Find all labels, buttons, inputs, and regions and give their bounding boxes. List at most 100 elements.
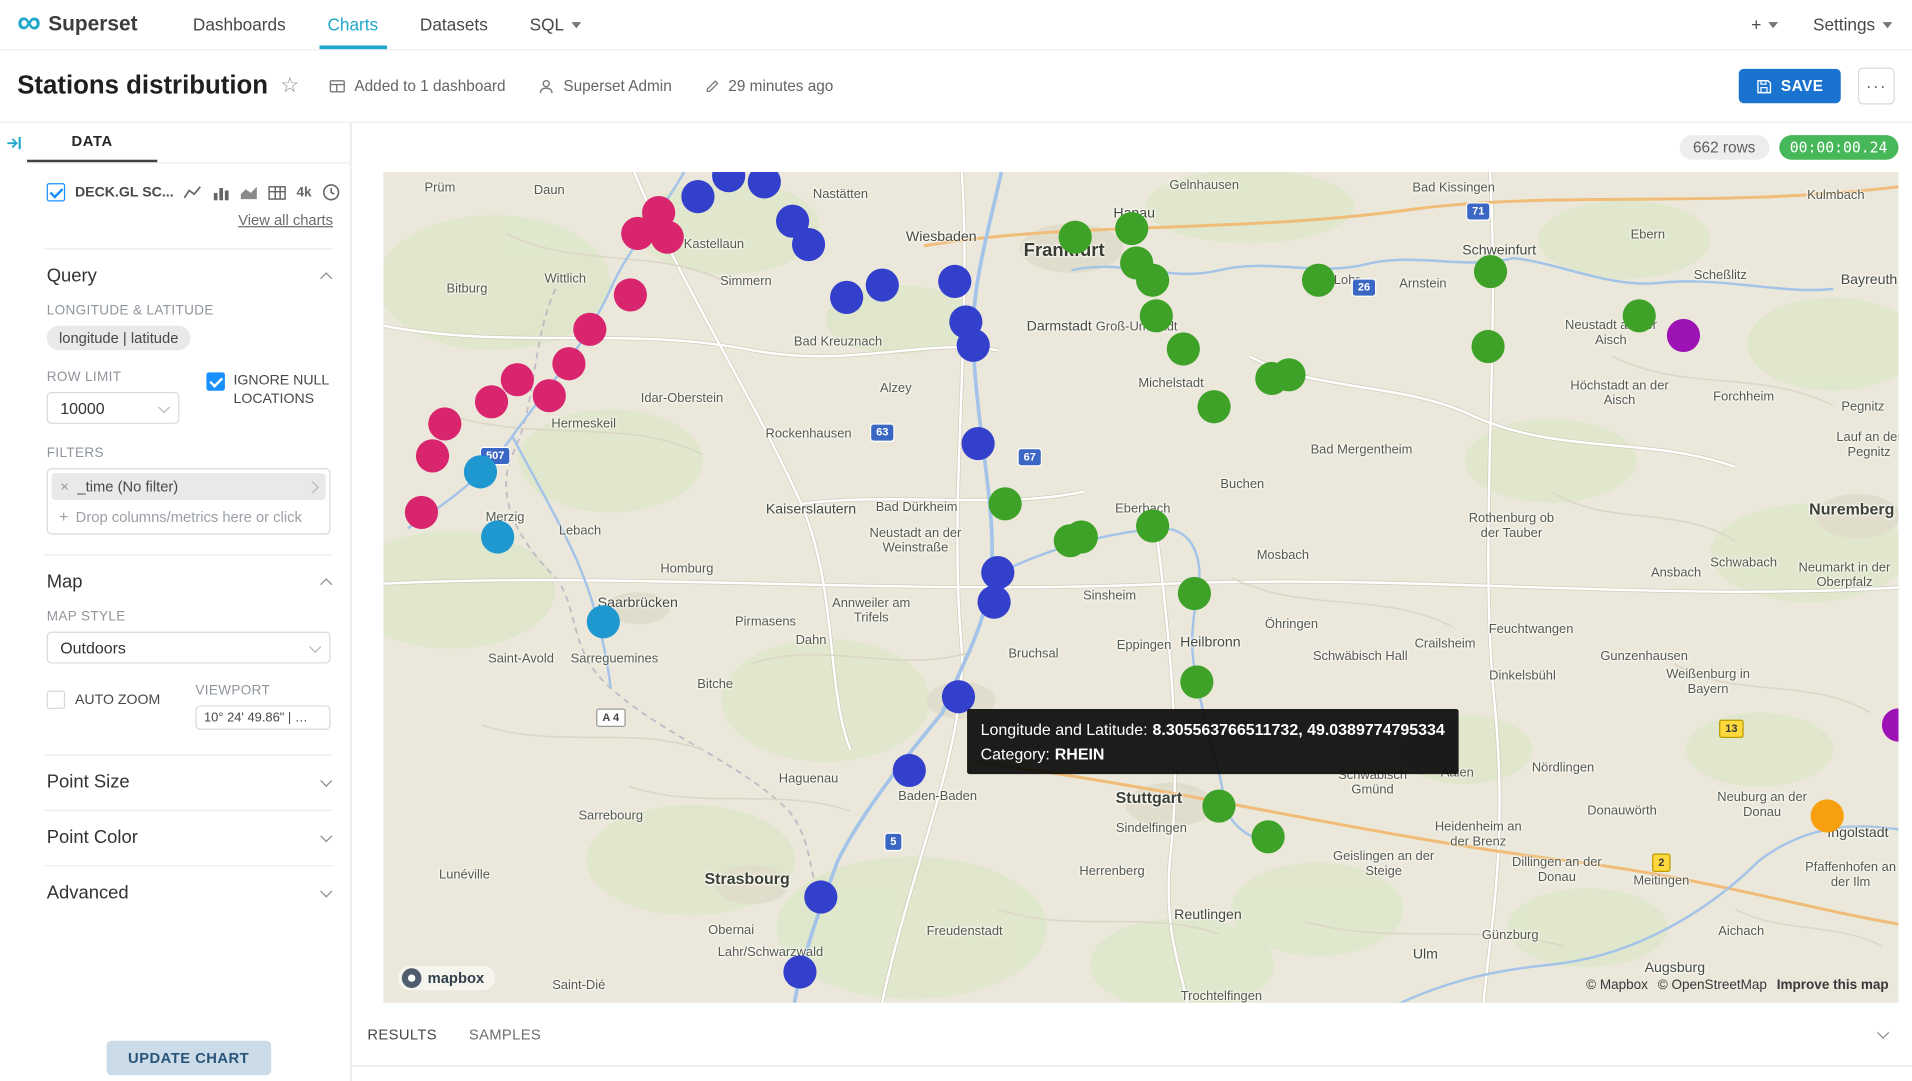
map-point-mosel_pink[interactable] bbox=[533, 379, 566, 412]
map-point-mosel_pink[interactable] bbox=[428, 407, 461, 440]
map-point-neckar_green[interactable] bbox=[1115, 212, 1148, 245]
map-point-neckar_green[interactable] bbox=[1167, 332, 1200, 365]
map-point-neckar_green[interactable] bbox=[1623, 299, 1656, 332]
drop-columns-target[interactable]: + Drop columns/metrics here or click bbox=[52, 500, 326, 529]
map-point-neckar_green[interactable] bbox=[1180, 665, 1213, 698]
tab-data[interactable]: DATA bbox=[27, 123, 157, 162]
query-section-header[interactable]: Query bbox=[27, 249, 350, 293]
last-modified-badge[interactable]: 29 minutes ago bbox=[704, 77, 834, 94]
map-section-header[interactable]: Map bbox=[27, 555, 350, 599]
ignore-null-checkbox[interactable] bbox=[206, 372, 224, 390]
nav-charts[interactable]: Charts bbox=[307, 0, 399, 49]
map-point-mosel_pink[interactable] bbox=[573, 313, 606, 346]
bar-chart-icon[interactable] bbox=[212, 183, 230, 201]
table-icon[interactable] bbox=[268, 183, 286, 201]
update-chart-button[interactable]: UPDATE CHART bbox=[106, 1041, 271, 1075]
map-point-rhein_blue[interactable] bbox=[893, 754, 926, 787]
map-point-rhein_blue[interactable] bbox=[783, 955, 816, 988]
map-point-rhein_blue[interactable] bbox=[866, 268, 899, 301]
map-point-neckar_green[interactable] bbox=[1178, 577, 1211, 610]
map-point-mosel_pink[interactable] bbox=[621, 217, 654, 250]
viz-type-label[interactable]: DECK.GL SC... bbox=[75, 185, 174, 200]
map-point-neckar_green[interactable] bbox=[1255, 362, 1288, 395]
tab-samples[interactable]: SAMPLES bbox=[469, 1025, 541, 1042]
filter-chip[interactable]: × _time (No filter) bbox=[52, 473, 326, 500]
nav-datasets[interactable]: Datasets bbox=[399, 0, 509, 49]
map-city-label: Buchen bbox=[1220, 477, 1264, 492]
map-point-rhein_blue[interactable] bbox=[957, 329, 990, 362]
map-city-label: Neustadt an der Weinstraße bbox=[863, 526, 969, 556]
map-point-mosel_pink[interactable] bbox=[552, 347, 585, 380]
map-point-mosel_pink[interactable] bbox=[475, 385, 508, 418]
map-point-neckar_green[interactable] bbox=[1059, 221, 1092, 254]
map-point-neckar_green[interactable] bbox=[1065, 520, 1098, 553]
map-point-neckar_green[interactable] bbox=[1202, 790, 1235, 823]
tab-results[interactable]: RESULTS bbox=[367, 1025, 437, 1042]
map-point-rhein_blue[interactable] bbox=[962, 427, 995, 460]
map-point-mosel_pink[interactable] bbox=[651, 221, 684, 254]
auto-zoom-checkbox[interactable] bbox=[47, 691, 65, 709]
map-point-rhein_blue[interactable] bbox=[938, 265, 971, 298]
osm-attribution-link[interactable]: © OpenStreetMap bbox=[1658, 978, 1767, 993]
viewport-value[interactable]: 10° 24' 49.86" | … bbox=[195, 705, 330, 730]
map-point-rhein_blue[interactable] bbox=[792, 228, 825, 261]
remove-filter-icon[interactable]: × bbox=[60, 478, 69, 495]
mapbox-attribution-link[interactable]: © Mapbox bbox=[1586, 978, 1648, 993]
more-actions-button[interactable]: ··· bbox=[1858, 68, 1895, 105]
map-city-label: Annweiler am Trifels bbox=[818, 596, 924, 626]
map-point-neckar_green[interactable] bbox=[1471, 330, 1504, 363]
map-point-rhein_blue[interactable] bbox=[804, 880, 837, 913]
map-tooltip: Longitude and Latitude:8.305563766511732… bbox=[967, 709, 1458, 774]
map-point-neckar_green[interactable] bbox=[1136, 509, 1169, 542]
expand-panel-icon[interactable] bbox=[6, 135, 22, 151]
map-point-mosel_pink[interactable] bbox=[614, 278, 647, 311]
map-point-neckar_green[interactable] bbox=[1140, 299, 1173, 332]
map-section-title: Map bbox=[47, 571, 83, 592]
improve-map-link[interactable]: Improve this map bbox=[1777, 978, 1889, 993]
row-limit-select[interactable]: 10000 bbox=[47, 392, 180, 424]
map-point-rhein_blue[interactable] bbox=[978, 586, 1011, 619]
map-point-rhein_blue[interactable] bbox=[981, 556, 1014, 589]
time-chart-icon[interactable] bbox=[321, 183, 339, 201]
map-point-neckar_green[interactable] bbox=[1252, 820, 1285, 853]
viz-type-checkbox[interactable] bbox=[47, 183, 65, 201]
save-button[interactable]: SAVE bbox=[1739, 69, 1841, 103]
map-point-neckar_green[interactable] bbox=[1197, 390, 1230, 423]
settings-menu[interactable]: Settings bbox=[1813, 15, 1892, 35]
superset-logo[interactable]: ∞ Superset bbox=[17, 0, 137, 49]
favorite-star-icon[interactable]: ☆ bbox=[280, 74, 299, 99]
view-all-charts-link[interactable]: View all charts bbox=[27, 202, 350, 229]
mapbox-logo[interactable]: mapbox bbox=[398, 966, 495, 991]
line-chart-icon[interactable] bbox=[183, 183, 201, 201]
map-point-mosel_pink[interactable] bbox=[405, 496, 438, 529]
map-style-select[interactable]: Outdoors bbox=[47, 632, 331, 664]
map-canvas[interactable]: mapbox © Mapbox © OpenStreetMap Improve … bbox=[383, 172, 1898, 1003]
owner-badge[interactable]: Superset Admin bbox=[538, 77, 672, 95]
nav-dashboards[interactable]: Dashboards bbox=[172, 0, 307, 49]
lonlat-pill[interactable]: longitude | latitude bbox=[47, 326, 191, 351]
map-point-neckar_green[interactable] bbox=[1136, 264, 1169, 297]
map-point-saar_teal[interactable] bbox=[464, 455, 497, 488]
collapse-results-icon[interactable] bbox=[1877, 1027, 1889, 1039]
map-point-purple[interactable] bbox=[1667, 319, 1700, 352]
map-city-label: Wiesbaden bbox=[906, 230, 977, 245]
map-point-rhein_blue[interactable] bbox=[830, 281, 863, 314]
map-point-rhein_blue[interactable] bbox=[681, 180, 714, 213]
map-point-saar_teal[interactable] bbox=[481, 520, 514, 553]
point-size-section-header[interactable]: Point Size bbox=[27, 756, 350, 800]
advanced-section-header[interactable]: Advanced bbox=[27, 866, 350, 910]
map-city-label: Lunéville bbox=[439, 868, 490, 883]
nav-sql[interactable]: SQL bbox=[509, 0, 602, 49]
point-color-section-header[interactable]: Point Color bbox=[27, 811, 350, 855]
area-chart-icon[interactable] bbox=[240, 183, 258, 201]
map-point-neckar_green[interactable] bbox=[989, 487, 1022, 520]
dashboard-count-badge[interactable]: Added to 1 dashboard bbox=[329, 77, 506, 95]
map-point-donau_orange[interactable] bbox=[1811, 799, 1844, 832]
big-number-icon[interactable]: 4k bbox=[297, 185, 312, 200]
map-point-mosel_pink[interactable] bbox=[501, 363, 534, 396]
new-item-button[interactable]: + bbox=[1751, 15, 1778, 35]
map-point-saar_teal[interactable] bbox=[587, 605, 620, 638]
map-point-neckar_green[interactable] bbox=[1474, 255, 1507, 288]
map-point-neckar_green[interactable] bbox=[1302, 264, 1335, 297]
map-point-mosel_pink[interactable] bbox=[416, 439, 449, 472]
